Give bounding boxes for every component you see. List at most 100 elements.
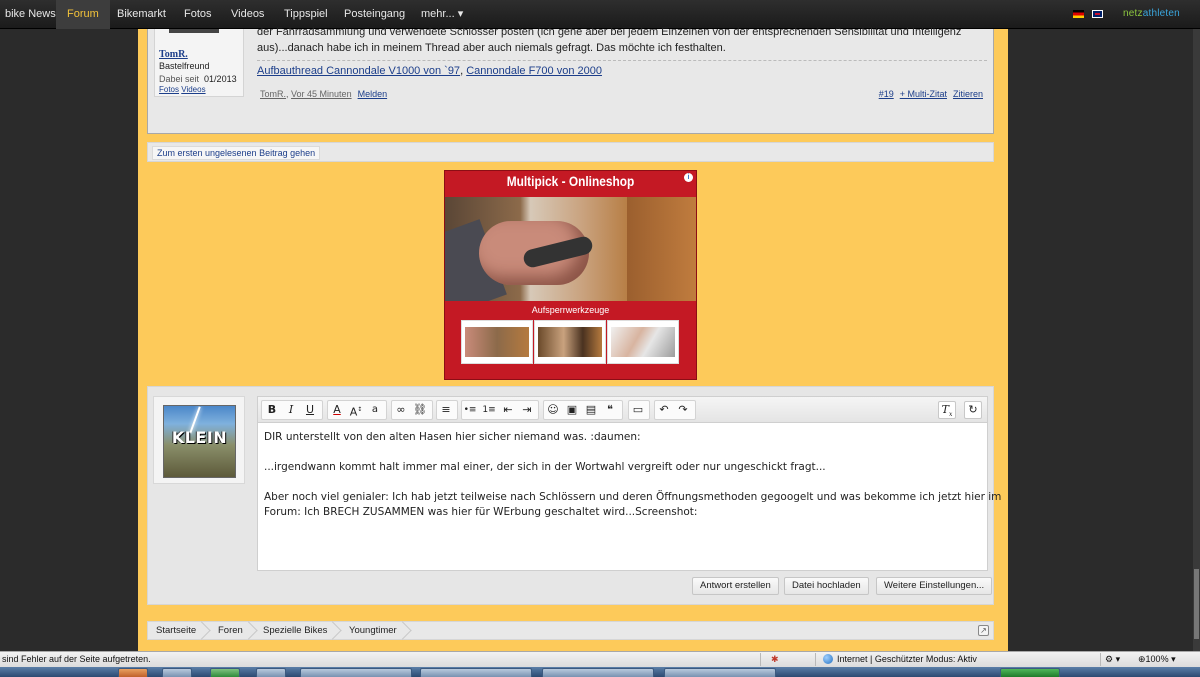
forum-post: TomR. Bastelfreund Dabei seit 01/2013 Fo… (147, 26, 994, 134)
taskbar-window-button[interactable] (664, 668, 776, 677)
brand-logo[interactable]: netzathleten (1123, 8, 1180, 19)
browser-status-bar: sind Fehler auf der Seite aufgetreten. ✱… (0, 651, 1200, 667)
ad-thumbnail[interactable] (461, 320, 533, 364)
breadcrumb-item-youngtimer[interactable]: Youngtimer (343, 622, 403, 639)
post-meta-time[interactable]: Vor 45 Minuten (291, 89, 352, 99)
taskbar-app-button[interactable] (118, 668, 148, 677)
ad-thumbnail[interactable] (534, 320, 606, 364)
indent-icon[interactable]: ⇥ (518, 401, 536, 419)
author-joined: Dabei seit 01/2013 (159, 74, 239, 84)
upload-file-button[interactable]: Datei hochladen (784, 577, 869, 595)
bullet-list-icon[interactable]: •≡ (461, 401, 479, 419)
zoom-level: 100% (1145, 654, 1169, 664)
nav-item-bikemarkt[interactable]: Bikemarkt (106, 0, 177, 29)
italic-icon[interactable]: I (282, 401, 300, 419)
toggle-mode-icon[interactable]: ↻ (964, 401, 982, 419)
smiley-icon[interactable]: ☺ (544, 401, 562, 419)
privacy-icon[interactable]: ✱ (771, 654, 779, 665)
link-icon[interactable]: ∞ (392, 401, 410, 419)
page-scrollbar[interactable] (1193, 29, 1200, 653)
post-meta: TomR., Vor 45 Minuten Melden (260, 89, 387, 99)
post-signature: Aufbauthread Cannondale V1000 von `97, C… (257, 65, 602, 77)
author-joined-value: 01/2013 (204, 74, 237, 84)
numbered-list-icon[interactable]: 1≡ (480, 401, 498, 419)
english-flag-icon[interactable] (1092, 10, 1103, 18)
zoom-icon: ⊕ (1138, 654, 1146, 664)
more-options-button[interactable]: Weitere Einstellungen... (876, 577, 993, 595)
font-color-icon[interactable]: A (328, 401, 346, 419)
author-photos-link[interactable]: Fotos (159, 85, 179, 94)
font-size-icon[interactable]: A↕ (347, 401, 365, 419)
error-status-text[interactable]: sind Fehler auf der Seite aufgetreten. (2, 654, 151, 664)
report-link[interactable]: Melden (358, 89, 388, 99)
ad-info-icon[interactable]: i (684, 173, 693, 182)
redo-icon[interactable]: ↷ (674, 401, 692, 419)
quick-reply: KLEIN B I U A A↕ a ∞ ⛓ ≡ •≡ 1≡ ⇤ ⇥ ☺ ▣ ▤… (147, 386, 1001, 605)
undo-icon[interactable]: ↶ (655, 401, 673, 419)
post-text-line: aus)...danach habe ich in meinem Thread … (257, 42, 726, 54)
post-text-line: der Fahrradsammlung und verwendete Schlö… (257, 26, 962, 38)
remove-format-glyph: T (941, 403, 949, 416)
author-joined-label: Dabei seit (159, 74, 200, 84)
german-flag-icon[interactable] (1073, 10, 1084, 18)
reply-textarea[interactable]: DIR unterstellt von den alten Hasen hier… (264, 430, 1001, 520)
font-size-sup: ↕ (357, 406, 363, 413)
signature-divider (257, 60, 987, 61)
quote-link[interactable]: Zitieren (953, 89, 983, 99)
multi-quote-link[interactable]: + Multi-Zitat (900, 89, 947, 99)
taskbar-window-button[interactable] (420, 668, 532, 677)
zoom-control[interactable]: ⊕100% ▾ (1138, 654, 1176, 665)
author-name[interactable]: TomR. (159, 49, 239, 60)
align-icon[interactable]: ≡ (437, 401, 455, 419)
taskbar-window-button[interactable] (542, 668, 654, 677)
image-icon[interactable]: ▣ (563, 401, 581, 419)
first-unread-button[interactable]: Zum ersten ungelesenen Beitrag gehen (152, 146, 321, 160)
nav-item-forum[interactable]: Forum (56, 0, 110, 29)
breadcrumb-item-foren[interactable]: Foren (212, 622, 249, 639)
signature-link[interactable]: Cannondale F700 von 2000 (466, 65, 602, 77)
editor-paragraph: Forum: Ich BRECH ZUSAMMEN was hier für W… (264, 506, 698, 518)
editor-paragraph: ...irgendwann kommt halt immer mal einer… (264, 461, 826, 473)
author-avatar[interactable] (169, 29, 219, 33)
editor-paragraph: DIR unterstellt von den alten Hasen hier… (264, 431, 641, 443)
author-rank: Bastelfreund (159, 61, 210, 71)
bold-icon[interactable]: B (263, 401, 281, 419)
gear-icon: ⚙ (1105, 654, 1114, 664)
chevron-down-icon: ▾ (1171, 654, 1176, 664)
media-icon[interactable]: ▤ (582, 401, 600, 419)
taskbar-language-bar[interactable] (1000, 668, 1060, 677)
avatar[interactable]: KLEIN (163, 405, 236, 478)
taskbar-app-button[interactable] (210, 668, 240, 677)
scrollbar-thumb[interactable] (1194, 569, 1199, 639)
breadcrumb-item-startseite[interactable]: Startseite (150, 622, 202, 639)
taskbar-app-button[interactable] (162, 668, 192, 677)
remove-format-icon[interactable]: Tx (938, 401, 956, 419)
underline-icon[interactable]: U (301, 401, 319, 419)
save-icon[interactable]: ▭ (629, 401, 647, 419)
security-zone-text[interactable]: Internet | Geschützter Modus: Aktiv (837, 654, 977, 664)
unlink-icon[interactable]: ⛓ (411, 401, 429, 419)
font-family-icon[interactable]: a (366, 401, 384, 419)
chevron-down-icon: ▾ (1115, 654, 1121, 664)
taskbar-window-button[interactable] (300, 668, 412, 677)
quote-icon[interactable]: ❝ (601, 401, 619, 419)
my-avatar-box: KLEIN (153, 396, 245, 484)
post-number-link[interactable]: #19 (879, 89, 894, 99)
reply-editor: B I U A A↕ a ∞ ⛓ ≡ •≡ 1≡ ⇤ ⇥ ☺ ▣ ▤ ❝ ▭ ↶… (257, 396, 1001, 571)
advertisement-banner[interactable]: Multipick - Onlineshop i Aufsperrwerkzeu… (444, 170, 697, 380)
breadcrumb-item-spezielle-bikes[interactable]: Spezielle Bikes (257, 622, 333, 639)
signature-link[interactable]: Aufbauthread Cannondale V1000 von `97 (257, 65, 460, 77)
post-meta-author[interactable]: TomR. (260, 89, 286, 99)
author-videos-link[interactable]: Videos (181, 85, 205, 94)
ad-thumbnail[interactable] (607, 320, 679, 364)
taskbar-app-button[interactable] (256, 668, 286, 677)
nav-item-fotos[interactable]: Fotos (173, 0, 223, 29)
nav-more-label: mehr... (421, 8, 455, 20)
settings-dropdown[interactable]: ⚙ ▾ (1105, 654, 1120, 665)
submit-reply-button[interactable]: Antwort erstellen (692, 577, 779, 595)
forum-page: TomR. Bastelfreund Dabei seit 01/2013 Fo… (138, 26, 1008, 653)
ad-thumbnails (461, 320, 679, 364)
outdent-icon[interactable]: ⇤ (499, 401, 517, 419)
ad-main-image (445, 197, 696, 301)
external-link-icon[interactable]: ↗ (978, 625, 989, 636)
